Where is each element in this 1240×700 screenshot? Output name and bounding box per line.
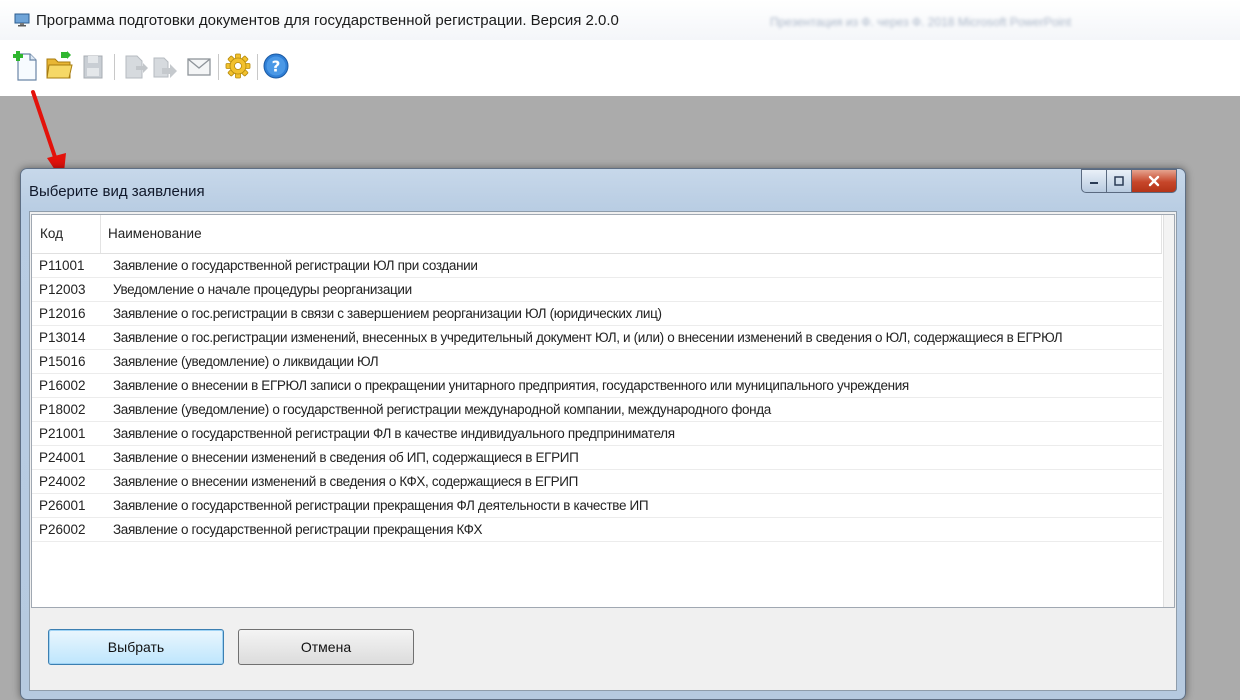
settings-gear-icon (225, 53, 251, 79)
email-button[interactable] (184, 48, 214, 82)
dialog-title: Выберите вид заявления (29, 183, 205, 200)
blurred-window-title: Презентация из Ф. через Ф. 2018 Microsof… (770, 15, 1072, 29)
column-header-name[interactable]: Наименование (108, 226, 202, 241)
help-button[interactable]: ? (261, 48, 291, 82)
export-button[interactable] (120, 48, 150, 82)
list-item[interactable]: P21001 Заявление о государственной регис… (32, 422, 1162, 446)
settings-button[interactable] (223, 48, 253, 82)
list-item[interactable]: P15016 Заявление (уведомление) о ликвида… (32, 350, 1162, 374)
row-code: P26002 (39, 522, 86, 537)
svg-text:?: ? (272, 58, 281, 76)
cancel-button[interactable]: Отмена (238, 629, 414, 665)
maximize-icon (1114, 176, 1124, 186)
list-header: Код Наименование (32, 215, 1162, 254)
column-header-code[interactable]: Код (40, 226, 63, 241)
row-name: Заявление о гос.регистрации в связи с за… (113, 306, 662, 321)
main-window-titlebar: Программа подготовки документов для госу… (0, 0, 1240, 40)
toolbar-separator (257, 54, 258, 80)
maximize-button[interactable] (1107, 169, 1132, 193)
column-divider (1161, 215, 1162, 253)
row-name: Уведомление о начале процедуры реорганиз… (113, 282, 412, 297)
row-code: P26001 (39, 498, 86, 513)
row-code: P24002 (39, 474, 86, 489)
application-type-list[interactable]: Код Наименование P11001 Заявление о госу… (31, 214, 1175, 608)
row-name: Заявление о гос.регистрации изменений, в… (113, 330, 1063, 345)
column-divider (100, 215, 101, 253)
row-name: Заявление о государственной регистрации … (113, 258, 478, 273)
row-name: Заявление о государственной регистрации … (113, 498, 649, 513)
list-item[interactable]: P24002 Заявление о внесении изменений в … (32, 470, 1162, 494)
row-name: Заявление о внесении в ЕГРЮЛ записи о пр… (113, 378, 909, 393)
row-code: P16002 (39, 378, 86, 393)
row-code: P12003 (39, 282, 86, 297)
list-item[interactable]: P24001 Заявление о внесении изменений в … (32, 446, 1162, 470)
row-name: Заявление (уведомление) о ликвидации ЮЛ (113, 354, 379, 369)
new-document-icon (13, 51, 37, 81)
new-document-button[interactable] (10, 48, 40, 82)
minimize-icon (1090, 182, 1098, 184)
list-item[interactable]: P12016 Заявление о гос.регистрации в свя… (32, 302, 1162, 326)
toolbar-separator (114, 54, 115, 80)
row-code: P12016 (39, 306, 86, 321)
list-item[interactable]: P16002 Заявление о внесении в ЕГРЮЛ запи… (32, 374, 1162, 398)
list-item[interactable]: P26002 Заявление о государственной регис… (32, 518, 1162, 542)
row-code: P21001 (39, 426, 86, 441)
send-icon (153, 57, 177, 78)
open-folder-icon (46, 51, 73, 79)
row-code: P11001 (39, 258, 85, 273)
open-folder-button[interactable] (44, 48, 74, 82)
row-code: P15016 (39, 354, 86, 369)
list-item[interactable]: P26001 Заявление о государственной регис… (32, 494, 1162, 518)
main-window-title: Программа подготовки документов для госу… (36, 12, 619, 29)
select-button[interactable]: Выбрать (48, 629, 224, 665)
row-name: Заявление о государственной регистрации … (113, 426, 675, 441)
row-name: Заявление (уведомление) о государственно… (113, 402, 771, 417)
list-scroll-edge (1163, 215, 1174, 607)
list-item[interactable]: P13014 Заявление о гос.регистрации измен… (32, 326, 1162, 350)
toolbar: ? (0, 40, 1240, 96)
send-button[interactable] (150, 48, 180, 82)
export-icon (125, 55, 148, 79)
close-icon (1148, 175, 1160, 187)
list-item[interactable]: P12003 Уведомление о начале процедуры ре… (32, 278, 1162, 302)
row-name: Заявление о внесении изменений в сведени… (113, 474, 578, 489)
app-monitor-icon (14, 13, 30, 27)
window-controls (1081, 169, 1177, 193)
save-button[interactable] (78, 48, 108, 82)
dialog-body: Код Наименование P11001 Заявление о госу… (29, 211, 1177, 691)
list-item[interactable]: P11001 Заявление о государственной регис… (32, 254, 1162, 278)
row-name: Заявление о внесении изменений в сведени… (113, 450, 579, 465)
row-code: P24001 (39, 450, 86, 465)
row-name: Заявление о государственной регистрации … (113, 522, 483, 537)
help-icon: ? (263, 53, 289, 79)
envelope-icon (187, 58, 211, 76)
close-button[interactable] (1132, 169, 1177, 193)
save-icon (83, 55, 103, 79)
select-application-dialog: Выберите вид заявления Код Наименование (20, 168, 1186, 700)
row-code: P13014 (39, 330, 86, 345)
row-code: P18002 (39, 402, 86, 417)
list-item[interactable]: P18002 Заявление (уведомление) о государ… (32, 398, 1162, 422)
minimize-button[interactable] (1081, 169, 1107, 193)
toolbar-separator (218, 54, 219, 80)
